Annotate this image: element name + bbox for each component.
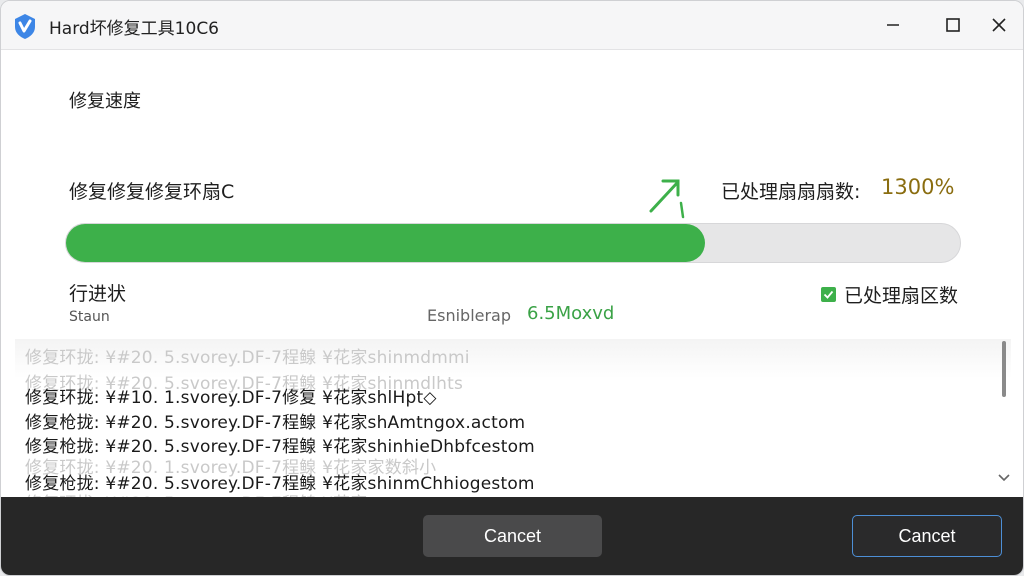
status-label: 行进状 <box>69 283 127 305</box>
arrow-up-right-icon <box>649 179 685 219</box>
log-scrollbar[interactable] <box>995 341 1013 491</box>
title-bar: Hard坏修复工具10C6 <box>1 1 1023 50</box>
log-line: 修复枪拢: ¥#20. 5.svorey.DF-7程鳈 ¥花家shAmtngox… <box>25 413 526 433</box>
processed-sectors-checkbox[interactable]: 已处理扇区数 <box>821 281 958 308</box>
checkbox-checked-icon[interactable] <box>821 287 836 302</box>
log-panel[interactable]: 修复环拢: ¥#20. 5.svorey.DF-7程鳈 ¥花家shinmdmmi… <box>15 339 1011 497</box>
processed-count-value: 1300% <box>881 175 955 199</box>
processed-count-label: 已处理扇扇扇数: <box>721 181 861 203</box>
minimize-icon <box>887 24 899 26</box>
window-title: Hard坏修复工具10C6 <box>49 19 219 39</box>
status-subtext: Staun <box>69 309 110 325</box>
speed-value: 6.5Moxvd <box>527 303 615 324</box>
maximize-button[interactable] <box>931 7 975 43</box>
close-icon <box>992 18 1006 32</box>
log-line: 修复环拢: ¥#10. 1.svorey.DF-7修复 ¥花家shlHpt◇ <box>25 388 437 408</box>
log-line-faded: 修复环拢: ¥#20. 5.svorey.DF-7程鳈 ¥花家shinmdmmi <box>25 348 470 368</box>
speed-label: Esniblerap <box>427 306 512 325</box>
progress-bar <box>65 223 961 263</box>
minimize-button[interactable] <box>871 7 915 43</box>
cancel-button-primary[interactable]: Cancet <box>852 515 1002 557</box>
checkmark-icon <box>823 290 834 299</box>
shield-logo-icon <box>15 14 35 39</box>
chevron-down-icon[interactable] <box>997 471 1011 485</box>
cancel-button-secondary[interactable]: Cancet <box>423 515 602 557</box>
progress-bar-fill <box>66 224 706 262</box>
close-button[interactable] <box>977 7 1021 43</box>
section-title: 修复速度 <box>69 91 141 112</box>
log-line-faded: 修复环拢: ¥#20. 5.svorey.DF-7程鳈 ¥花家 <box>25 489 368 497</box>
task-label: 修复修复修复环扇C <box>69 181 235 203</box>
repair-tool-window: Hard坏修复工具10C6 修复速度 修复修复修复环扇C 已处理扇扇扇数: 13… <box>0 0 1024 576</box>
footer-bar: Cancet Cancet <box>1 497 1023 575</box>
checkbox-label: 已处理扇区数 <box>844 285 959 307</box>
scrollbar-thumb[interactable] <box>1002 341 1006 397</box>
maximize-icon <box>946 18 960 32</box>
